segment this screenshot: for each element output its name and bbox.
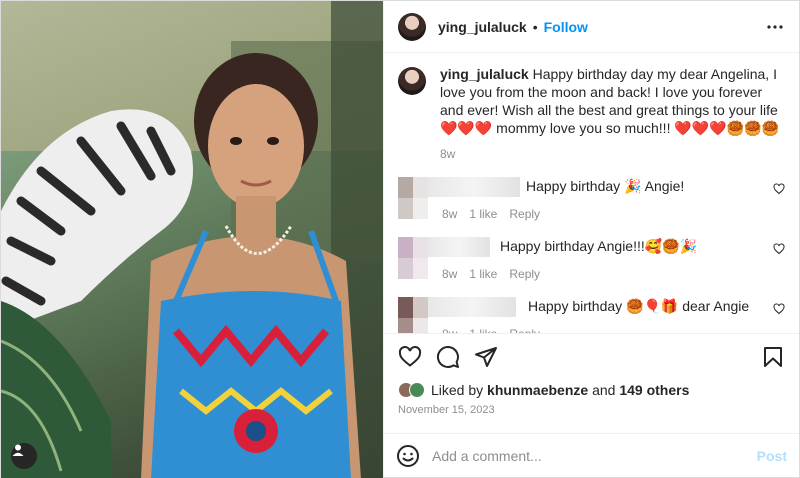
post-comment-button[interactable]: Post bbox=[757, 448, 787, 464]
caption: ying_julaluck Happy birthday day my dear… bbox=[398, 65, 785, 163]
post-photo[interactable] bbox=[1, 1, 383, 478]
comment-item: Happy birthday 🎉 Angie! 8w 1 like Reply bbox=[398, 177, 785, 223]
comment-text: Happy birthday 🎉 Angie! bbox=[526, 178, 685, 194]
follow-button[interactable]: Follow bbox=[544, 19, 588, 35]
comment-age: 8w bbox=[442, 325, 457, 333]
reply-button[interactable]: Reply bbox=[509, 205, 540, 223]
comment-likes[interactable]: 1 like bbox=[469, 265, 497, 283]
post-dialog: ying_julaluck • Follow ying_julaluck Hap… bbox=[0, 0, 800, 478]
post-header: ying_julaluck • Follow bbox=[384, 1, 799, 53]
comment-heart-icon[interactable] bbox=[773, 183, 785, 195]
blurred-username bbox=[428, 237, 490, 257]
post-sidebar: ying_julaluck • Follow ying_julaluck Hap… bbox=[383, 1, 799, 477]
add-comment-input[interactable] bbox=[432, 447, 757, 464]
likes-others[interactable]: 149 others bbox=[619, 382, 689, 398]
blurred-username bbox=[428, 177, 520, 197]
separator-dot: • bbox=[532, 18, 538, 35]
more-icon[interactable] bbox=[765, 17, 785, 37]
caption-avatar[interactable] bbox=[398, 67, 426, 95]
likes-summary: Liked by khunmaebenze and 149 others bbox=[384, 379, 799, 401]
comment-text: Happy birthday Angie!!!🥰🥮🎉 bbox=[500, 238, 698, 254]
caption-age: 8w bbox=[440, 147, 456, 161]
liker-avatar[interactable] bbox=[409, 382, 425, 398]
action-bar bbox=[384, 333, 799, 379]
comment-likes[interactable]: 1 like bbox=[469, 205, 497, 223]
caption-username[interactable]: ying_julaluck bbox=[440, 66, 529, 82]
comment-avatar[interactable] bbox=[398, 237, 428, 279]
comments-list[interactable]: ying_julaluck Happy birthday day my dear… bbox=[384, 53, 799, 333]
likes-mid: and bbox=[588, 382, 620, 398]
comment-avatar[interactable] bbox=[398, 297, 428, 333]
comment-age: 8w bbox=[442, 267, 458, 281]
photo-illustration bbox=[1, 1, 383, 478]
user-tag-icon[interactable] bbox=[11, 443, 37, 469]
comment-likes[interactable]: 1 like bbox=[469, 325, 497, 333]
save-icon[interactable] bbox=[761, 345, 785, 369]
post-date: November 15, 2023 bbox=[398, 404, 495, 416]
comment-icon[interactable] bbox=[436, 345, 460, 369]
comment-item: Happy birthday Angie!!!🥰🥮🎉 8w 1 like Rep… bbox=[398, 237, 785, 283]
comment-heart-icon[interactable] bbox=[773, 243, 785, 255]
comment-text: Happy birthday 🥮🎈🎁 dear Angie bbox=[528, 298, 750, 314]
add-comment-bar: Post bbox=[384, 433, 799, 477]
comment-age: 8w bbox=[442, 207, 458, 221]
blurred-username bbox=[428, 297, 516, 317]
emoji-icon[interactable] bbox=[396, 444, 420, 468]
heart-icon[interactable] bbox=[398, 345, 422, 369]
liker-username[interactable]: khunmaebenze bbox=[487, 382, 588, 398]
likes-prefix: Liked by bbox=[431, 382, 488, 398]
comment-avatar[interactable] bbox=[398, 177, 428, 219]
share-icon[interactable] bbox=[474, 345, 498, 369]
comment-heart-icon[interactable] bbox=[773, 303, 785, 315]
reply-button[interactable]: Reply bbox=[509, 325, 540, 333]
comment-item: Happy birthday 🥮🎈🎁 dear Angie 8w 1 like … bbox=[398, 297, 785, 333]
author-username[interactable]: ying_julaluck bbox=[438, 19, 527, 35]
reply-button[interactable]: Reply bbox=[509, 265, 540, 283]
author-avatar[interactable] bbox=[398, 12, 426, 41]
